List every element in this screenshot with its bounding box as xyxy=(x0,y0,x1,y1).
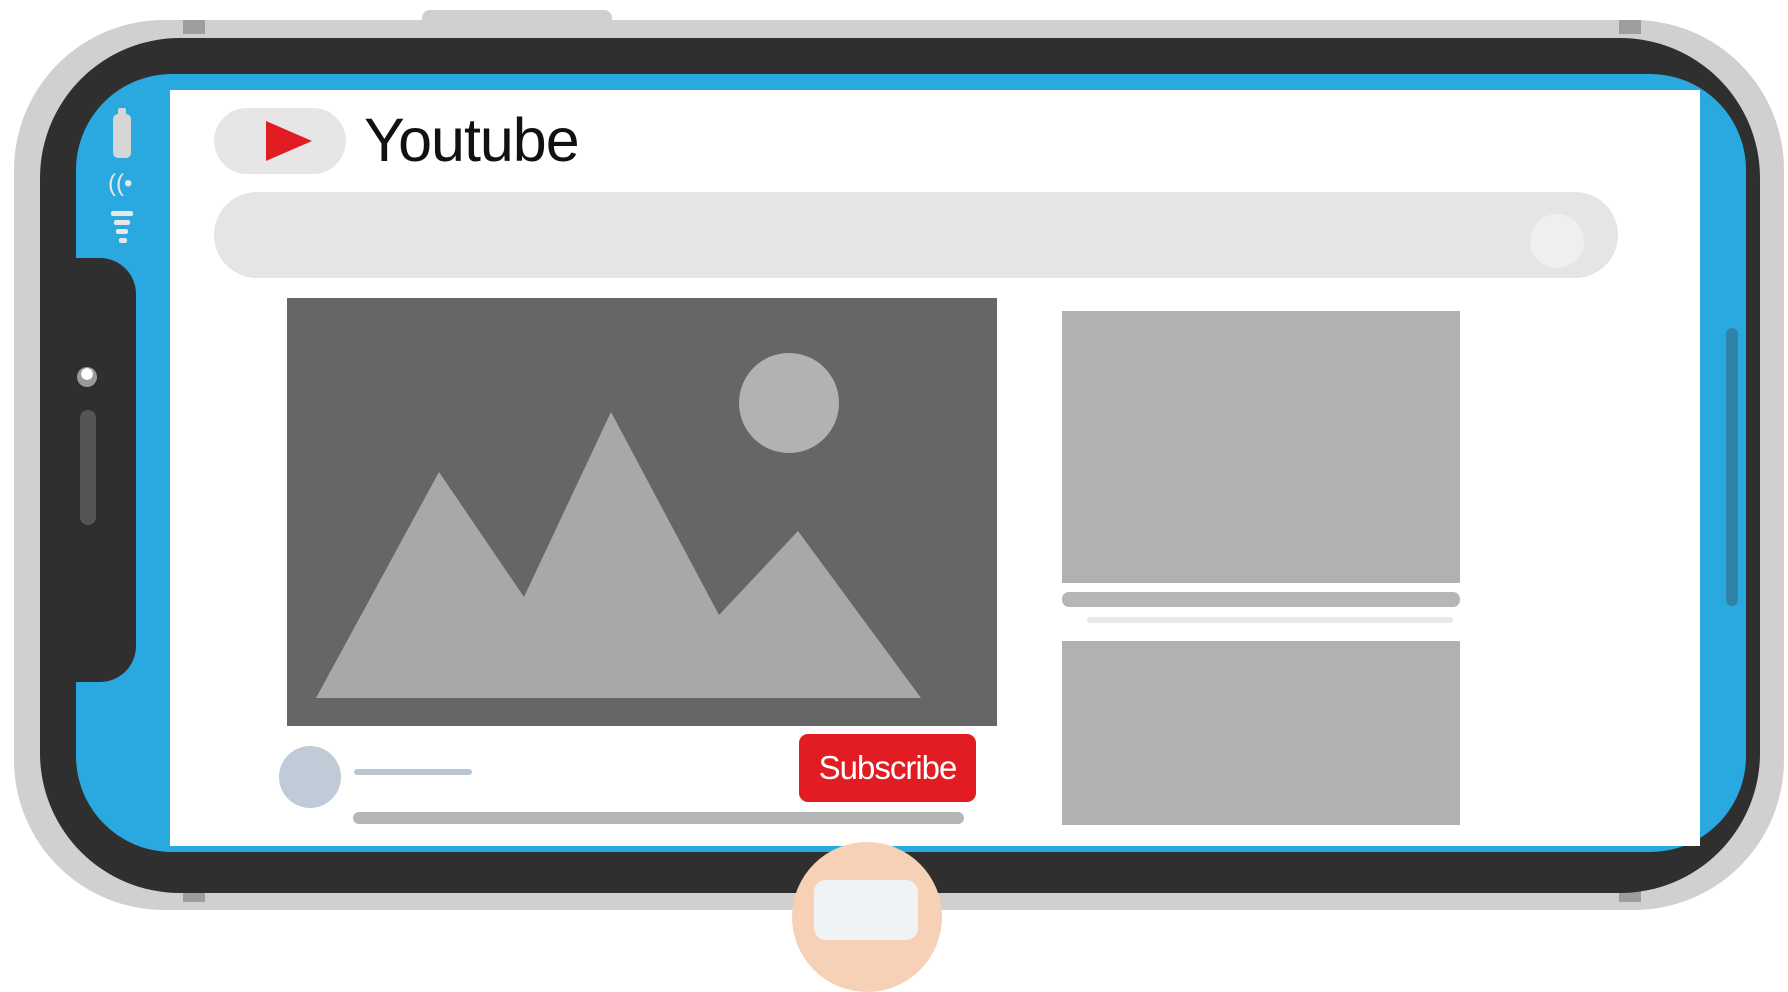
speaker-grille xyxy=(80,410,96,525)
phone-top-button xyxy=(422,10,612,28)
search-input[interactable] xyxy=(214,192,1618,278)
image-placeholder-icon xyxy=(316,353,921,698)
sidebar-video-title-placeholder xyxy=(1062,592,1460,607)
battery-icon xyxy=(113,108,131,158)
phone-edge-mark xyxy=(183,20,205,34)
wifi-icon: ((• xyxy=(108,170,133,197)
sidebar-video-meta-placeholder xyxy=(1087,617,1453,623)
video-description-placeholder xyxy=(353,812,964,824)
home-button-inner xyxy=(814,880,918,940)
page-title: Youtube xyxy=(364,106,580,174)
search-icon[interactable] xyxy=(1530,214,1584,268)
video-player[interactable] xyxy=(287,298,997,726)
phone-edge-mark xyxy=(1619,20,1641,34)
sidebar-video-thumbnail[interactable] xyxy=(1062,311,1460,583)
subscribe-button[interactable]: Subscribe xyxy=(799,734,976,802)
channel-avatar[interactable] xyxy=(279,746,341,808)
front-camera-icon xyxy=(77,367,97,387)
channel-name-placeholder xyxy=(354,769,472,775)
youtube-logo-button[interactable] xyxy=(214,108,346,174)
phone-side-line xyxy=(1726,328,1738,606)
sidebar-video-thumbnail[interactable] xyxy=(1062,641,1460,825)
signal-icon xyxy=(111,211,135,247)
play-icon xyxy=(266,121,312,161)
